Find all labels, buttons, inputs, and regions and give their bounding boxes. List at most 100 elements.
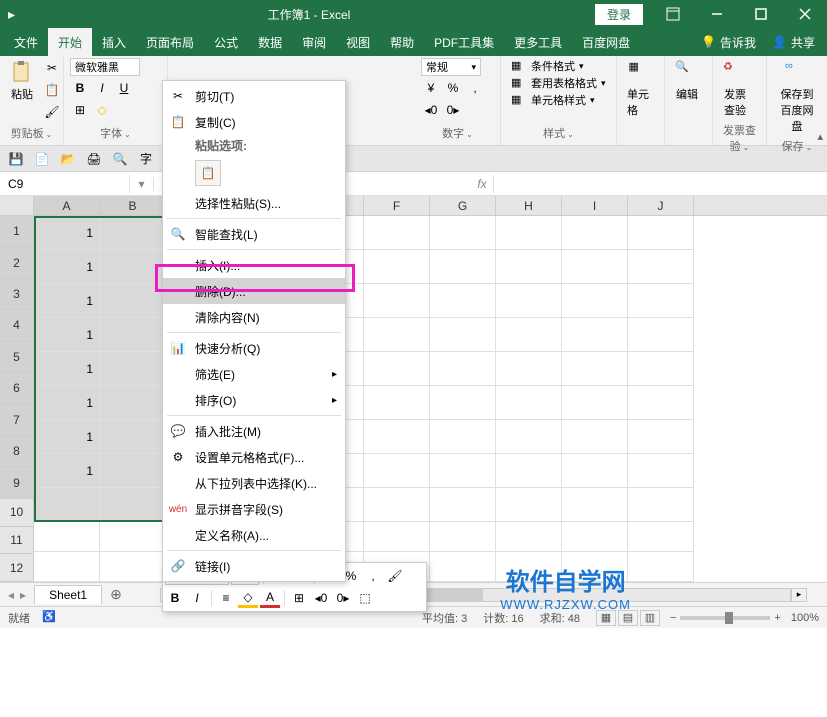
tab-baidu[interactable]: 百度网盘 bbox=[572, 28, 640, 57]
ctx-sort[interactable]: 排序(O)▸ bbox=[163, 387, 345, 413]
cell-A6[interactable]: 1 bbox=[34, 386, 100, 420]
comma-button[interactable]: , bbox=[465, 78, 485, 98]
zoom-slider[interactable] bbox=[680, 616, 770, 620]
cell-A3[interactable]: 1 bbox=[34, 284, 100, 318]
sheet-nav-next[interactable]: ▸ bbox=[20, 588, 26, 602]
ctx-copy[interactable]: 📋复制(C) bbox=[163, 109, 345, 135]
bold-button[interactable]: B bbox=[70, 78, 90, 98]
italic-button[interactable]: I bbox=[92, 78, 112, 98]
cell-A8[interactable]: 1 bbox=[34, 454, 100, 488]
ctx-delete[interactable]: 删除(D)... bbox=[163, 278, 345, 304]
mini-border[interactable]: ⊞ bbox=[289, 588, 309, 608]
select-all-corner[interactable] bbox=[0, 196, 34, 215]
zoom-in[interactable]: + bbox=[774, 612, 780, 624]
tab-file[interactable]: 文件 bbox=[4, 28, 48, 57]
row-header-1[interactable]: 1 bbox=[0, 216, 34, 247]
sheet-nav-prev[interactable]: ◂ bbox=[8, 588, 14, 602]
tab-review[interactable]: 审阅 bbox=[292, 28, 336, 57]
open-icon[interactable]: 📂 bbox=[58, 149, 78, 169]
row-header-12[interactable]: 12 bbox=[0, 554, 34, 582]
print-preview-icon[interactable]: 🔍 bbox=[110, 149, 130, 169]
add-sheet-button[interactable]: ⊕ bbox=[102, 586, 130, 603]
row-header-2[interactable]: 2 bbox=[0, 247, 34, 278]
cell-A4[interactable]: 1 bbox=[34, 318, 100, 352]
row-header-4[interactable]: 4 bbox=[0, 310, 34, 341]
mini-merge[interactable]: ⬚ bbox=[355, 588, 375, 608]
cells-button[interactable]: ▦单元格 bbox=[623, 58, 658, 120]
ctx-define-name[interactable]: 定义名称(A)... bbox=[163, 522, 345, 548]
invoice-check-button[interactable]: ♻发票 查验 bbox=[719, 58, 751, 120]
underline-button[interactable]: U bbox=[114, 78, 134, 98]
font-name-select[interactable]: 微软雅黑 bbox=[70, 58, 140, 76]
view-page-break[interactable]: ▥ bbox=[640, 610, 660, 626]
zoom-value[interactable]: 100% bbox=[791, 612, 819, 624]
tab-data[interactable]: 数据 bbox=[248, 28, 292, 57]
cell-A5[interactable]: 1 bbox=[34, 352, 100, 386]
tab-view[interactable]: 视图 bbox=[336, 28, 380, 57]
tab-home[interactable]: 开始 bbox=[48, 28, 92, 57]
cell-A2[interactable]: 1 bbox=[34, 250, 100, 284]
cut-icon-button[interactable]: ✂ bbox=[42, 58, 62, 78]
col-header-I[interactable]: I bbox=[562, 196, 628, 215]
cell-A9[interactable] bbox=[34, 488, 100, 522]
ctx-quick-analysis[interactable]: 📊快速分析(Q) bbox=[163, 335, 345, 361]
ctx-cut[interactable]: ✂剪切(T) bbox=[163, 83, 345, 109]
print-icon[interactable]: 🖨 bbox=[84, 149, 104, 169]
col-header-G[interactable]: G bbox=[430, 196, 496, 215]
ctx-insert-comment[interactable]: 💬插入批注(M) bbox=[163, 418, 345, 444]
col-header-B[interactable]: B bbox=[100, 196, 166, 215]
currency-button[interactable]: ¥ bbox=[421, 78, 441, 98]
tab-formulas[interactable]: 公式 bbox=[204, 28, 248, 57]
fx-button[interactable]: fx bbox=[471, 175, 493, 193]
fill-color-button[interactable]: ◇ bbox=[92, 100, 112, 120]
mini-bold[interactable]: B bbox=[165, 588, 185, 608]
paste-option-normal[interactable]: 📋 bbox=[195, 160, 221, 186]
cell-A7[interactable]: 1 bbox=[34, 420, 100, 454]
sheet-tab-1[interactable]: Sheet1 bbox=[34, 585, 102, 604]
tab-layout[interactable]: 页面布局 bbox=[136, 28, 204, 57]
new-icon[interactable]: 📄 bbox=[32, 149, 52, 169]
format-painter-button[interactable]: 🖌 bbox=[42, 102, 62, 122]
mini-dec-decimal[interactable]: 0▸ bbox=[333, 588, 353, 608]
col-header-H[interactable]: H bbox=[496, 196, 562, 215]
ctx-paste-special[interactable]: 选择性粘贴(S)... bbox=[163, 190, 345, 216]
close-button[interactable] bbox=[783, 0, 827, 28]
paste-button[interactable]: 粘贴 bbox=[6, 58, 38, 104]
mini-font-color[interactable]: A bbox=[260, 588, 280, 608]
maximize-button[interactable] bbox=[739, 0, 783, 28]
border-button[interactable]: ⊞ bbox=[70, 100, 90, 120]
hscroll-right[interactable]: ▸ bbox=[791, 588, 807, 602]
mini-inc-decimal[interactable]: ◂0 bbox=[311, 588, 331, 608]
minimize-button[interactable] bbox=[695, 0, 739, 28]
collapse-ribbon-button[interactable]: ▴ bbox=[817, 130, 823, 143]
ctx-link[interactable]: 🔗链接(I) bbox=[163, 553, 345, 579]
row-header-10[interactable]: 10 bbox=[0, 499, 34, 527]
percent-button[interactable]: % bbox=[443, 78, 463, 98]
row-header-11[interactable]: 11 bbox=[0, 527, 34, 555]
ctx-smart-lookup[interactable]: 🔍智能查找(L) bbox=[163, 221, 345, 247]
accessibility-icon[interactable]: ♿ bbox=[42, 610, 56, 626]
col-header-A[interactable]: A bbox=[34, 196, 100, 215]
ctx-filter[interactable]: 筛选(E)▸ bbox=[163, 361, 345, 387]
row-header-8[interactable]: 8 bbox=[0, 436, 34, 467]
mini-format-painter[interactable]: 🖌 bbox=[385, 566, 405, 586]
save-icon[interactable]: 💾 bbox=[6, 149, 26, 169]
ctx-dropdown-list[interactable]: 从下拉列表中选择(K)... bbox=[163, 470, 345, 496]
ctx-clear[interactable]: 清除内容(N) bbox=[163, 304, 345, 330]
mini-align[interactable]: ≡ bbox=[216, 588, 236, 608]
cell-styles-button[interactable]: ▦单元格样式▾ bbox=[511, 92, 606, 108]
format-as-table-button[interactable]: ▦套用表格格式▾ bbox=[511, 75, 606, 91]
cell-B1[interactable] bbox=[100, 216, 166, 250]
ribbon-options-button[interactable] bbox=[651, 0, 695, 28]
zoom-out[interactable]: − bbox=[670, 612, 676, 624]
mini-fill-color[interactable]: ◇ bbox=[238, 588, 258, 608]
tab-help[interactable]: 帮助 bbox=[380, 28, 424, 57]
copy-icon-button[interactable]: 📋 bbox=[42, 80, 62, 100]
number-format-select[interactable]: 常规▾ bbox=[421, 58, 481, 76]
save-baidu-button[interactable]: ∞保存到 百度网盘 bbox=[773, 58, 821, 136]
formula-bar[interactable] bbox=[494, 182, 827, 186]
conditional-format-button[interactable]: ▦条件格式▾ bbox=[511, 58, 606, 74]
tab-insert[interactable]: 插入 bbox=[92, 28, 136, 57]
ctx-show-pinyin[interactable]: wén显示拼音字段(S) bbox=[163, 496, 345, 522]
cell-A1[interactable]: 1 bbox=[34, 216, 100, 250]
